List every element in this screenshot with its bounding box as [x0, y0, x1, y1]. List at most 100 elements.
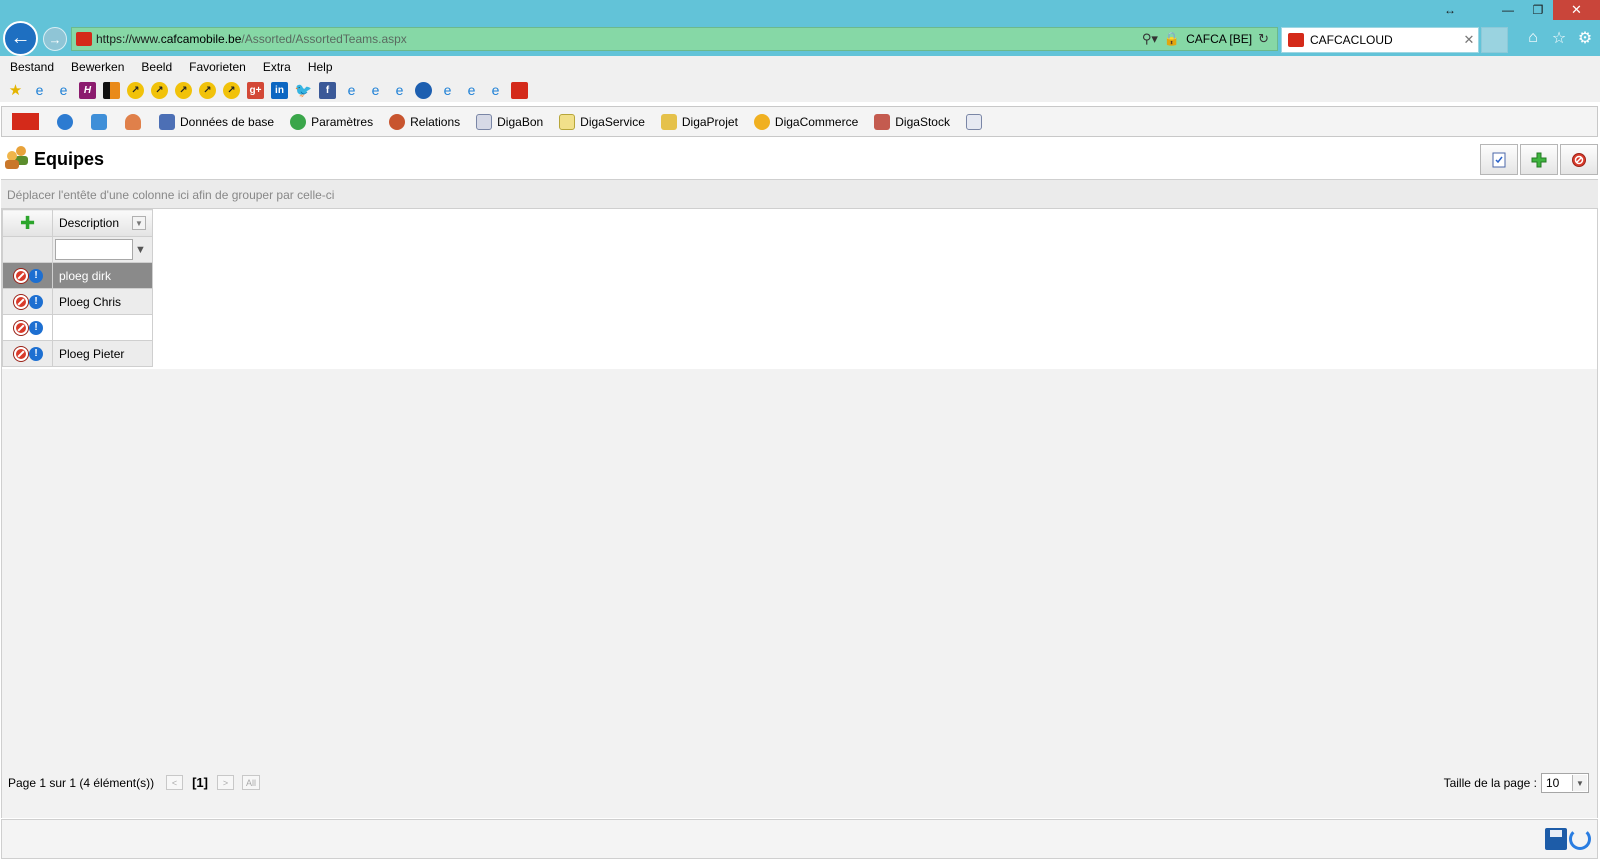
grid-header-row: ✚ Description ▼ [2, 209, 153, 237]
toolbar-digaprojet[interactable]: DigaProjet [660, 113, 738, 130]
url-text[interactable]: https://www.cafcamobile.be/Assorted/Asso… [96, 32, 407, 46]
ie-link-icon[interactable]: e [343, 82, 360, 99]
new-tab-button[interactable] [1481, 27, 1508, 53]
refresh-icon[interactable]: ↻ [1258, 31, 1269, 47]
linkedin-icon[interactable]: in [271, 81, 288, 99]
table-row[interactable]: ! Ploeg Chris [2, 288, 153, 315]
toolbar-relations[interactable]: Relations [389, 113, 460, 130]
delete-icon[interactable] [14, 346, 28, 361]
column-menu-icon[interactable]: ▼ [132, 216, 146, 230]
save-icon[interactable] [1545, 828, 1567, 850]
browser-tab[interactable]: CAFCACLOUD ✕ [1281, 27, 1479, 53]
facebook-icon[interactable]: f [319, 81, 336, 99]
info-icon[interactable]: ! [29, 268, 43, 283]
toolbar-digacommerce[interactable]: DigaCommerce [753, 113, 858, 130]
toolbar-digaservice[interactable]: DigaService [559, 113, 645, 130]
yellow-site-icon[interactable]: ↗ [127, 81, 144, 99]
grid-body [2, 209, 1597, 369]
ie-link-icon[interactable]: e [367, 82, 384, 99]
forward-button[interactable]: → [43, 27, 67, 51]
toolbar-parametres[interactable]: Paramètres [290, 113, 373, 130]
lock-icon[interactable]: 🔒 [1164, 31, 1180, 47]
row-description[interactable]: Ploeg Pieter [52, 340, 153, 367]
twitter-icon[interactable]: 🐦 [295, 82, 312, 99]
yellow-site-icon[interactable]: ↗ [175, 81, 192, 99]
filter-icon[interactable]: ▼ [135, 244, 146, 256]
row-description[interactable] [52, 314, 153, 341]
globe-icon[interactable] [415, 81, 432, 99]
cancel-button[interactable] [1560, 144, 1598, 175]
ie-link-icon[interactable]: e [55, 82, 72, 99]
table-row[interactable]: ! ploeg dirk [2, 262, 153, 289]
minimize-button[interactable]: — [1493, 0, 1523, 20]
ie-link-icon[interactable]: e [463, 82, 480, 99]
resize-icon[interactable]: ↔ [1435, 0, 1465, 20]
delete-icon[interactable] [14, 294, 28, 309]
page-size-select[interactable]: 10 ▼ [1541, 773, 1589, 793]
ie-link-icon[interactable]: e [439, 82, 456, 99]
back-button[interactable]: ← [3, 21, 38, 56]
delete-icon[interactable] [14, 268, 28, 283]
toolbar-digabon[interactable]: DigaBon [476, 113, 543, 130]
yellow-site-icon[interactable]: ↗ [151, 81, 168, 99]
group-panel[interactable]: Déplacer l'entête d'une colonne ici afin… [1, 179, 1598, 209]
table-row[interactable]: ! Ploeg Pieter [2, 340, 153, 367]
globe-icon[interactable] [57, 113, 73, 130]
row-description[interactable]: Ploeg Chris [52, 288, 153, 315]
reload-icon[interactable] [1569, 828, 1591, 850]
menu-extra[interactable]: Extra [263, 60, 291, 74]
user-icon[interactable] [125, 113, 141, 130]
toolbar-digastock[interactable]: DigaStock [874, 113, 950, 130]
add-row-icon[interactable]: ✚ [3, 213, 52, 234]
h-site-icon[interactable]: H [79, 81, 96, 99]
all-pages-button[interactable]: All [241, 775, 260, 790]
flag-site-icon[interactable] [103, 81, 120, 99]
menu-help[interactable]: Help [308, 60, 333, 74]
cafca-link-icon[interactable] [511, 81, 528, 99]
ie-link-icon[interactable]: e [487, 82, 504, 99]
checklist-button[interactable] [1480, 144, 1518, 175]
search-icon[interactable]: ⚲▾ [1142, 31, 1158, 47]
relations-icon [389, 113, 406, 130]
google-plus-icon[interactable]: g+ [247, 81, 264, 99]
favorites-star-icon[interactable]: ☆ [1550, 28, 1568, 48]
cafca-logo[interactable] [12, 113, 39, 130]
menu-beeld[interactable]: Beeld [141, 60, 172, 74]
filter-cell: ▼ [52, 236, 153, 263]
close-tab-icon[interactable]: ✕ [1460, 32, 1478, 48]
chevron-down-icon[interactable]: ▼ [1572, 775, 1587, 791]
table-row[interactable]: ! [2, 314, 153, 341]
document-icon [476, 113, 493, 130]
menu-favorieten[interactable]: Favorieten [189, 60, 246, 74]
header-command-cell: ✚ [2, 209, 53, 237]
restore-button[interactable]: ❐ [1523, 0, 1553, 20]
info-icon[interactable]: ! [29, 320, 43, 335]
add-favorite-icon[interactable]: ★ [7, 82, 24, 99]
add-button[interactable] [1520, 144, 1558, 175]
column-header-label: Description [59, 216, 120, 230]
description-filter-input[interactable] [55, 239, 133, 260]
group-hint: Déplacer l'entête d'une colonne ici afin… [7, 188, 335, 202]
row-description[interactable]: ploeg dirk [52, 262, 153, 289]
toolbar-donnees-de-base[interactable]: Données de base [159, 113, 274, 130]
address-bar[interactable]: https://www.cafcamobile.be/Assorted/Asso… [71, 27, 1278, 51]
ie-link-icon[interactable]: e [31, 82, 48, 99]
next-page-button[interactable]: > [216, 775, 234, 790]
yellow-site-icon[interactable]: ↗ [223, 81, 240, 99]
info-icon[interactable]: ! [29, 294, 43, 309]
checklist-icon[interactable] [965, 113, 982, 130]
menu-bewerken[interactable]: Bewerken [71, 60, 124, 74]
settings-gear-icon[interactable]: ⚙ [1576, 28, 1594, 48]
column-header-description[interactable]: Description ▼ [52, 209, 153, 237]
sync-icon[interactable] [91, 113, 107, 130]
close-window-button[interactable]: ✕ [1553, 0, 1600, 20]
menu-bestand[interactable]: Bestand [10, 60, 54, 74]
yellow-site-icon[interactable]: ↗ [199, 81, 216, 99]
site-identity[interactable]: CAFCA [BE] [1186, 32, 1252, 46]
prev-page-button[interactable]: < [166, 775, 184, 790]
home-icon[interactable]: ⌂ [1524, 28, 1542, 48]
ie-link-icon[interactable]: e [391, 82, 408, 99]
info-icon[interactable]: ! [29, 346, 43, 361]
delete-icon[interactable] [14, 320, 28, 335]
grid-area: ✚ Description ▼ ▼ ! ploeg dirk ! Ploeg C… [1, 209, 1598, 818]
